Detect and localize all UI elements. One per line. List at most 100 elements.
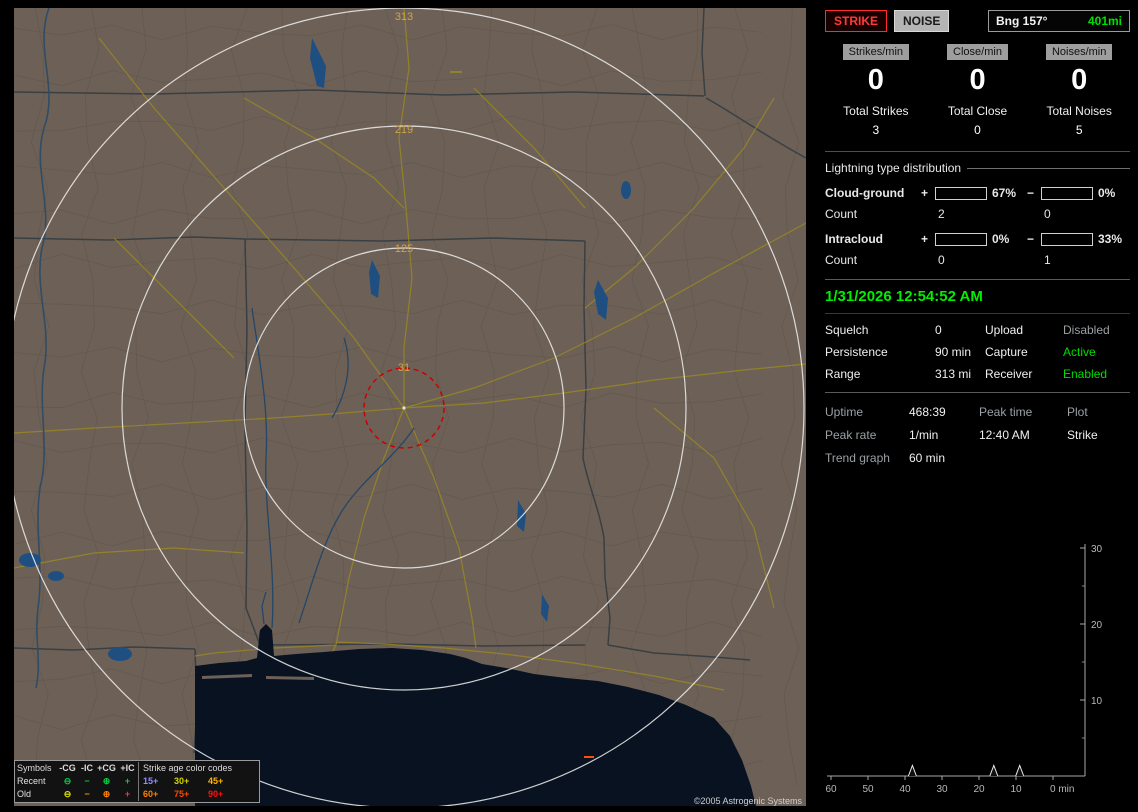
strikes-per-min-label: Strikes/min [842, 44, 910, 60]
range-value: 313 mi [935, 367, 972, 381]
ic-positive-count: 0 [938, 253, 945, 267]
cg-negative-pct: 0% [1098, 186, 1116, 200]
cg-positive-pct: 67% [992, 186, 1017, 200]
total-close-label: Total Close [947, 104, 1008, 118]
plus-icon: + [124, 789, 131, 799]
ring-label-middle: 219 [395, 124, 413, 136]
age-code-30: 30+ [174, 776, 190, 786]
uptime-label: Uptime [825, 405, 864, 419]
bearing-readout: Bng 157° 401mi [988, 10, 1130, 32]
ic-negative-bar [1041, 232, 1093, 246]
cg-positive-bar [935, 186, 987, 200]
total-noises-value: 5 [1075, 123, 1083, 137]
intracloud-count-row: Count 0 1 [825, 253, 1130, 267]
persistence-value: 90 min [935, 345, 972, 359]
receiver-label: Receiver [985, 367, 1033, 381]
receiver-center-dot [402, 406, 406, 410]
minus-sign: − [1027, 232, 1035, 246]
cg-negative-count: 0 [1044, 207, 1051, 221]
legend-row-recent-label: Recent [17, 776, 46, 786]
cloud-ground-count-row: Count 2 0 [825, 207, 1130, 221]
range-label: Range [825, 367, 861, 381]
total-noises-label: Total Noises [1046, 104, 1112, 118]
total-close-value: 0 [974, 123, 981, 137]
peak-time-label: Peak time [979, 405, 1033, 419]
intracloud-row: Intracloud + 0% − 33% [825, 232, 1130, 246]
circle-plus-icon: ⊕ [102, 776, 111, 786]
circle-minus-icon: ⊖ [63, 789, 72, 799]
minus-sign: − [1027, 186, 1035, 200]
receiver-status: Enabled [1063, 367, 1108, 381]
svg-text:50: 50 [862, 784, 874, 795]
svg-text:30: 30 [936, 784, 948, 795]
legend-col-neg-cg: -CG [59, 763, 76, 773]
plot-label: Plot [1067, 405, 1088, 419]
svg-text:0 min: 0 min [1050, 784, 1074, 795]
circle-plus-icon: ⊕ [102, 789, 111, 799]
svg-text:60: 60 [825, 784, 837, 795]
strikes-per-min-value: 0 [867, 64, 884, 96]
ring-label-inner: 125 [395, 243, 413, 255]
peak-rate-value: 1/min [909, 428, 939, 442]
stats-grid: Uptime 468:39 Peak time Plot Peak rate 1… [825, 393, 1130, 469]
distribution-title: Lightning type distribution [825, 161, 1130, 175]
legend-age-header: Strike age color codes [138, 762, 246, 775]
status-panel: STRIKE NOISE Bng 157° 401mi Strikes/min … [818, 10, 1132, 804]
uptime-value: 468:39 [909, 405, 946, 419]
trend-graph-label: Trend graph [825, 451, 890, 465]
svg-text:40: 40 [899, 784, 911, 795]
minus-icon: − [84, 776, 90, 786]
legend-symbols-header: Symbols [17, 763, 52, 773]
total-strikes-value: 3 [872, 123, 880, 137]
intracloud-label: Intracloud [825, 232, 884, 246]
lightning-map[interactable]: 313 219 125 31 Symbols -CG -IC +CG +IC S… [14, 8, 806, 806]
trend-graph-canvas: 60 50 40 30 20 10 0 min 10 20 30 [825, 544, 1103, 795]
age-code-45: 45+ [208, 776, 224, 786]
settings-grid: Squelch 0 Upload Disabled Persistence 90… [825, 314, 1130, 393]
capture-label: Capture [985, 345, 1028, 359]
squelch-label: Squelch [825, 323, 869, 337]
app-window: 313 219 125 31 Symbols -CG -IC +CG +IC S… [0, 0, 1138, 812]
close-counter: Close/min 0 Total Close 0 [927, 44, 1029, 137]
bearing-range-value: 401mi [1087, 14, 1122, 28]
trend-window-value: 60 min [909, 451, 946, 465]
cloud-ground-row: Cloud-ground + 67% − 0% [825, 186, 1130, 200]
ic-negative-pct: 33% [1098, 232, 1123, 246]
panel-header: STRIKE NOISE Bng 157° 401mi [825, 10, 1130, 32]
age-code-15: 15+ [138, 775, 174, 788]
plus-icon: + [124, 776, 131, 786]
count-label: Count [825, 253, 858, 267]
legend-row-old-label: Old [17, 789, 32, 799]
ic-negative-count: 1 [1044, 253, 1051, 267]
legend-col-pos-cg: +CG [97, 763, 116, 773]
noises-per-min-value: 0 [1071, 64, 1088, 96]
svg-text:10: 10 [1010, 784, 1022, 795]
cg-positive-count: 2 [938, 207, 945, 221]
ic-positive-bar [935, 232, 987, 246]
map-canvas[interactable]: 313 219 125 31 [14, 8, 806, 806]
plus-sign: + [921, 232, 929, 246]
ring-label-outer: 313 [395, 11, 413, 23]
upload-status: Disabled [1063, 323, 1110, 337]
close-per-min-label: Close/min [947, 44, 1008, 60]
svg-text:20: 20 [1091, 620, 1103, 631]
age-code-75: 75+ [174, 789, 190, 799]
strike-toggle-button[interactable]: STRIKE [825, 10, 888, 32]
noises-counter: Noises/min 0 Total Noises 5 [1028, 44, 1130, 137]
peak-time-value: 12:40 AM [979, 428, 1030, 442]
circle-minus-icon: ⊖ [63, 776, 72, 786]
age-code-60: 60+ [138, 788, 174, 801]
section-divider [825, 151, 1130, 152]
trend-graph: 60 50 40 30 20 10 0 min 10 20 30 [825, 542, 1130, 804]
datetime-display: 1/31/2026 12:54:52 AM [825, 279, 1130, 314]
copyright-text: ©2005 Astrogenic Systems [693, 796, 802, 806]
persistence-label: Persistence [825, 345, 888, 359]
cloud-ground-label: Cloud-ground [825, 186, 905, 200]
bearing-value: Bng 157° [996, 14, 1048, 28]
legend-col-pos-ic: +IC [120, 763, 135, 773]
map-legend: Symbols -CG -IC +CG +IC Strike age color… [14, 760, 260, 803]
peak-rate-label: Peak rate [825, 428, 877, 442]
rate-counters: Strikes/min 0 Total Strikes 3 Close/min … [825, 44, 1130, 137]
noise-toggle-button[interactable]: NOISE [894, 10, 950, 32]
svg-text:20: 20 [973, 784, 985, 795]
